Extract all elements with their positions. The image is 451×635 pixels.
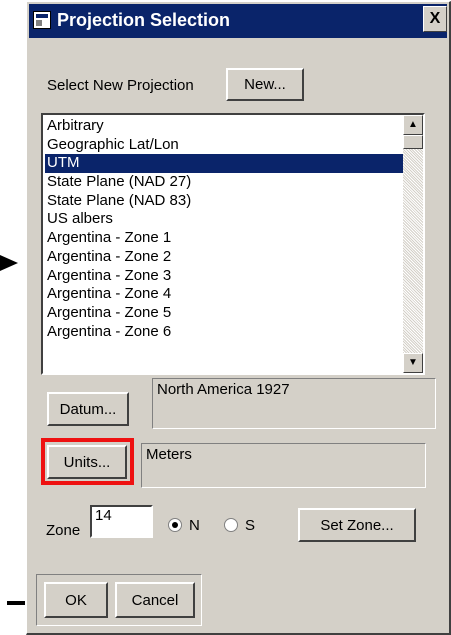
scroll-down-icon[interactable]: ▼ (403, 353, 423, 373)
close-button[interactable]: X (423, 6, 447, 32)
cancel-button[interactable]: Cancel (115, 582, 195, 618)
projection-list-item[interactable]: Arbitrary (45, 117, 403, 136)
projection-list-item[interactable]: Argentina - Zone 6 (45, 323, 403, 342)
window-title: Projection Selection (57, 10, 231, 30)
listbox-scrollbar[interactable]: ▲ ▼ (403, 115, 423, 373)
pointer-arrow-icon (0, 255, 18, 271)
datum-button[interactable]: Datum... (47, 392, 129, 426)
projection-list-item[interactable]: Argentina - Zone 4 (45, 285, 403, 304)
units-value: Meters (141, 443, 426, 488)
zone-label: Zone (46, 522, 81, 539)
units-highlight-box (41, 438, 134, 485)
projection-list-item[interactable]: Geographic Lat/Lon (45, 136, 403, 155)
pointer-line (7, 601, 25, 605)
hemisphere-south-radio[interactable] (224, 518, 238, 532)
projection-list-item[interactable]: Argentina - Zone 1 (45, 229, 403, 248)
hemisphere-south-label: S (245, 517, 256, 534)
projection-listbox[interactable]: Arbitrary Geographic Lat/Lon UTM State Plan… (41, 113, 425, 375)
projection-list-item[interactable]: Argentina - Zone 5 (45, 304, 403, 323)
projection-list-item[interactable]: Argentina - Zone 3 (45, 267, 403, 286)
projection-list-item[interactable]: State Plane (NAD 83) (45, 192, 403, 211)
zone-input[interactable]: 14 (90, 505, 153, 538)
projection-list: Arbitrary Geographic Lat/Lon UTM State Plan… (45, 117, 403, 341)
ok-button[interactable]: OK (44, 582, 108, 618)
projection-list-item[interactable]: US albers (45, 210, 403, 229)
projection-selection-dialog: Projection Selection X Select New Projec… (26, 1, 451, 635)
hemisphere-north-label: N (189, 517, 200, 534)
projection-list-item[interactable]: State Plane (NAD 27) (45, 173, 403, 192)
hemisphere-north-radio[interactable] (168, 518, 182, 532)
projection-list-item[interactable]: Argentina - Zone 2 (45, 248, 403, 267)
app-icon[interactable] (33, 11, 51, 29)
select-new-projection-label: Select New Projection (47, 77, 194, 94)
set-zone-button[interactable]: Set Zone... (298, 508, 416, 542)
datum-value: North America 1927 (152, 378, 436, 429)
new-projection-button[interactable]: New... (226, 68, 304, 101)
scroll-thumb[interactable] (403, 135, 423, 149)
title-bar[interactable]: Projection Selection X (29, 4, 447, 38)
projection-list-item[interactable]: UTM (45, 154, 403, 174)
scroll-up-icon[interactable]: ▲ (403, 115, 423, 135)
